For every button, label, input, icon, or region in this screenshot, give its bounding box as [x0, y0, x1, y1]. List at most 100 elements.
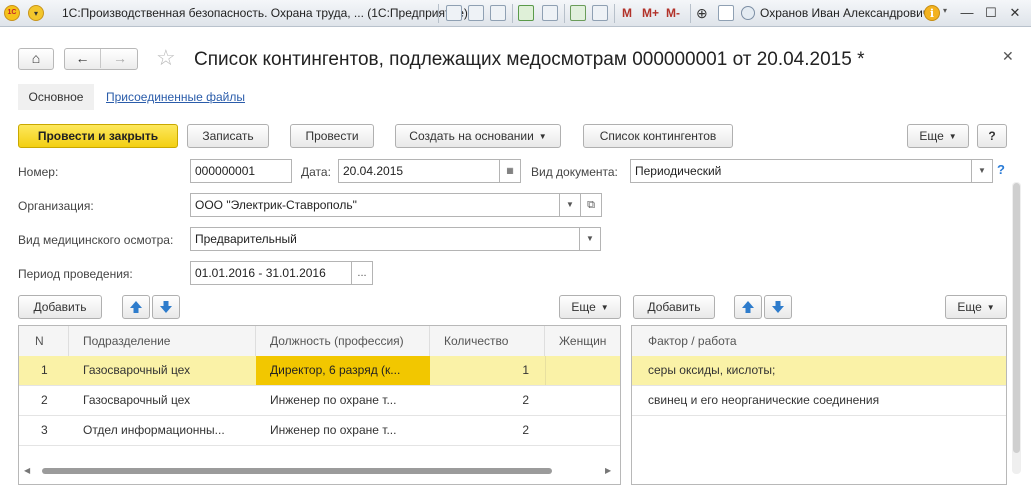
- close-window-icon[interactable]: ✕: [1006, 5, 1024, 21]
- chevron-down-icon: ▼: [538, 131, 547, 141]
- arrow-up-icon: [130, 301, 142, 313]
- save-button[interactable]: Записать: [187, 124, 269, 148]
- arrow-down-icon: [772, 301, 784, 313]
- tab-attached-files[interactable]: Присоединенные файлы: [106, 90, 245, 104]
- table-row[interactable]: 1 Газосварочный цех Директор, 6 разряд (…: [19, 356, 620, 386]
- separator: [564, 4, 565, 23]
- row-department: Газосварочный цех: [83, 363, 191, 377]
- column-header-factor[interactable]: Фактор / работа: [632, 326, 1006, 356]
- home-button[interactable]: ⌂: [18, 48, 54, 70]
- column-header-quantity[interactable]: Количество: [430, 326, 545, 356]
- row-women: [545, 356, 620, 385]
- row-position: Инженер по охране т...: [270, 423, 397, 437]
- info-dropdown-icon[interactable]: ▾: [943, 6, 947, 15]
- calculator-icon[interactable]: [570, 5, 586, 21]
- main-menu-icon[interactable]: ▾: [28, 5, 44, 21]
- history-nav: ← →: [64, 48, 138, 70]
- factors-table: Фактор / работа серы оксиды, кислоты; св…: [631, 325, 1007, 485]
- period-field[interactable]: 01.01.2016 - 31.01.2016: [190, 261, 352, 285]
- exam-type-dropdown-icon[interactable]: ▼: [579, 227, 601, 251]
- page-title: Список контингентов, подлежащих медосмот…: [194, 49, 865, 70]
- memory-minus-button[interactable]: M-: [666, 6, 680, 20]
- vertical-scrollbar[interactable]: [1013, 183, 1020, 453]
- close-form-icon[interactable]: ✕: [1002, 48, 1014, 65]
- back-icon[interactable]: ←: [65, 49, 101, 68]
- chevron-down-icon: ▼: [986, 302, 995, 312]
- open-organization-icon[interactable]: ⧉: [580, 193, 602, 217]
- right-more-button[interactable]: Еще ▼: [945, 295, 1007, 319]
- right-add-button[interactable]: Добавить: [633, 295, 715, 319]
- column-header-department[interactable]: Подразделение: [69, 326, 256, 356]
- panels-icon[interactable]: [718, 5, 734, 21]
- table-row[interactable]: серы оксиды, кислоты;: [632, 356, 1006, 386]
- row-quantity: 1: [522, 363, 529, 377]
- right-more-label: Еще: [957, 300, 982, 314]
- move-up-button[interactable]: [122, 295, 150, 319]
- post-button[interactable]: Провести: [290, 124, 374, 148]
- mail-icon[interactable]: [542, 5, 558, 21]
- number-field[interactable]: 000000001: [190, 159, 292, 183]
- factor-move-down-button[interactable]: [764, 295, 792, 319]
- minimize-icon[interactable]: —: [958, 5, 976, 21]
- upload-icon[interactable]: [518, 5, 534, 21]
- help-button[interactable]: ?: [977, 124, 1007, 148]
- date-field[interactable]: 20.04.2015: [338, 159, 500, 183]
- more-button[interactable]: Еще ▼: [907, 124, 969, 148]
- doc-type-select[interactable]: Периодический: [630, 159, 972, 183]
- memory-plus-button[interactable]: M+: [642, 6, 659, 20]
- column-header-n[interactable]: N: [19, 326, 69, 356]
- user-name[interactable]: Охранов Иван Александрович: [760, 6, 929, 20]
- row-factor: свинец и его неорганические соединения: [648, 393, 880, 407]
- user-icon[interactable]: [741, 6, 755, 20]
- doc-type-label: Вид документа:: [531, 165, 618, 179]
- table-row[interactable]: 2 Газосварочный цех Инженер по охране т.…: [19, 386, 620, 416]
- preview-icon[interactable]: [490, 5, 506, 21]
- date-label: Дата:: [301, 165, 331, 179]
- contingent-list-button[interactable]: Список контингентов: [583, 124, 733, 148]
- forward-icon[interactable]: →: [102, 49, 138, 68]
- organization-field[interactable]: ООО "Электрик-Ставрополь": [190, 193, 560, 217]
- left-add-button[interactable]: Добавить: [18, 295, 102, 319]
- arrow-down-icon: [160, 301, 172, 313]
- row-number: 1: [41, 363, 48, 377]
- scroll-right-icon[interactable]: ▶: [605, 466, 611, 475]
- doc-type-help-icon[interactable]: ?: [997, 162, 1005, 177]
- row-women: [545, 386, 620, 415]
- zoom-icon[interactable]: ⊕: [696, 5, 708, 22]
- print-icon[interactable]: [468, 5, 484, 21]
- organization-dropdown-icon[interactable]: ▼: [559, 193, 581, 217]
- row-quantity: 2: [522, 393, 529, 407]
- app-logo-icon: 1С: [4, 5, 20, 21]
- separator: [512, 4, 513, 23]
- create-based-on-button[interactable]: Создать на основании ▼: [395, 124, 561, 148]
- memory-button[interactable]: M: [622, 6, 632, 20]
- table-row[interactable]: свинец и его неорганические соединения: [632, 386, 1006, 416]
- move-down-button[interactable]: [152, 295, 180, 319]
- separator: [614, 4, 615, 23]
- maximize-icon[interactable]: ☐: [982, 5, 1000, 21]
- column-header-women[interactable]: Женщин: [545, 326, 620, 356]
- column-header-position[interactable]: Должность (профессия): [256, 326, 430, 356]
- home-icon: ⌂: [31, 50, 41, 66]
- chevron-down-icon: ▼: [600, 302, 609, 312]
- info-icon[interactable]: i: [924, 5, 940, 21]
- row-position[interactable]: Директор, 6 разряд (к...: [256, 356, 430, 385]
- doc-type-dropdown-icon[interactable]: ▼: [971, 159, 993, 183]
- scroll-left-icon[interactable]: ◀: [24, 466, 30, 475]
- organization-label: Организация:: [18, 199, 94, 213]
- table-row[interactable]: 3 Отдел информационны... Инженер по охра…: [19, 416, 620, 446]
- row-quantity: 2: [522, 423, 529, 437]
- separator: [438, 4, 439, 23]
- create-based-on-label: Создать на основании: [409, 129, 534, 143]
- calendar-picker-icon[interactable]: ▦: [499, 159, 521, 183]
- period-select-button[interactable]: ...: [351, 261, 373, 285]
- exam-type-field[interactable]: Предварительный: [190, 227, 580, 251]
- post-and-close-button[interactable]: Провести и закрыть: [18, 124, 178, 148]
- factor-move-up-button[interactable]: [734, 295, 762, 319]
- calendar-icon[interactable]: [592, 5, 608, 21]
- left-more-button[interactable]: Еще ▼: [559, 295, 621, 319]
- save-icon[interactable]: [446, 5, 462, 21]
- tab-main[interactable]: Основное: [18, 84, 94, 110]
- horizontal-scrollbar[interactable]: [42, 468, 552, 474]
- favorite-star-icon[interactable]: ☆: [156, 47, 176, 69]
